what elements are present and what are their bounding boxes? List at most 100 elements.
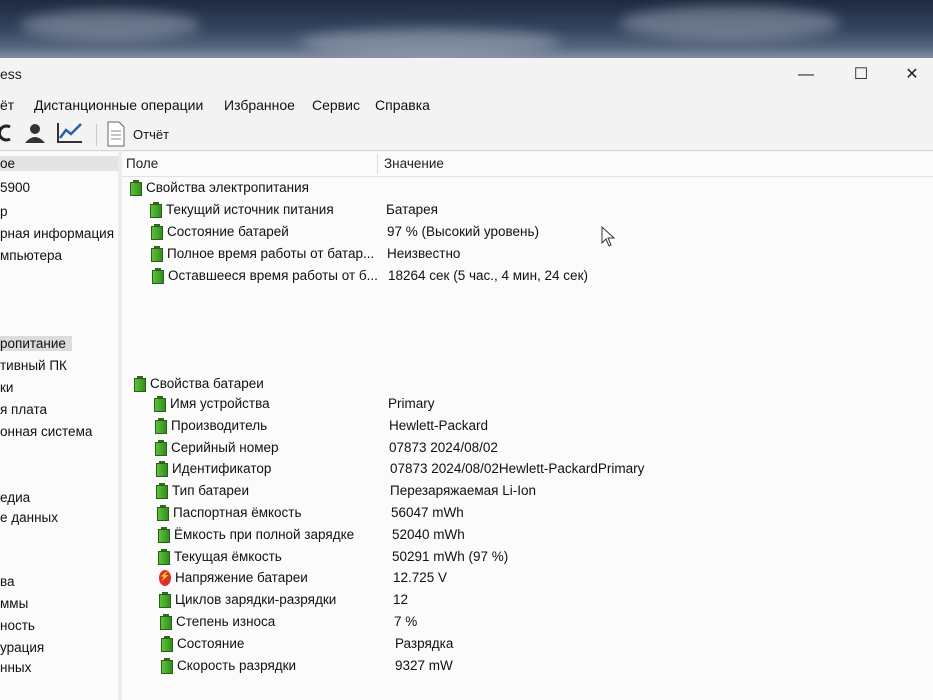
menu-report[interactable]: ёт [0,97,14,113]
minimize-button[interactable]: — [794,64,818,86]
tree-item[interactable]: онная система [0,424,92,439]
battery-icon [156,461,168,478]
property-row[interactable]: Текущий источник питания Батарея [150,200,790,220]
property-field: Тип батареи [172,483,249,499]
property-value: Батарея [386,202,438,217]
property-row[interactable]: ⚡ Напряжение батареи 12.725 V [159,568,799,588]
menu-help[interactable]: Справка [375,97,430,113]
battery-icon [155,417,167,434]
tree-item[interactable]: едиа [0,490,30,505]
property-row[interactable]: Ёмкость при полной зарядке 52040 mWh [158,525,798,545]
battery-icon [159,592,171,609]
tree-item[interactable]: ность [0,618,35,633]
battery-icon [158,526,170,543]
tree-item[interactable]: 5900 [0,180,30,195]
property-row[interactable]: Производитель Hewlett-Packard [155,416,795,436]
property-row[interactable]: Оставшееся время работы от б... 18264 сек… [152,266,792,286]
tree-item[interactable]: я плата [0,402,47,417]
tree-item[interactable]: рная информация [0,226,114,241]
property-value: 97 % (Высокий уровень) [387,224,540,239]
battery-icon [161,657,173,674]
property-row[interactable]: Идентификатор 07873 2024/08/02Hewlett-Pac… [156,459,796,479]
property-row[interactable]: Полное время работы от батар... Неизвестн… [151,244,791,264]
report-button-label[interactable]: Отчёт [133,127,169,142]
property-field: Циклов зарядки-разрядки [175,592,337,608]
property-field: Состояние [177,635,245,651]
property-field: Оставшееся время работы от б... [168,268,378,283]
aida64-window: ess — ☐ ✕ ёт Дистанционные операции Избр… [0,58,933,700]
benchmark-chart-icon[interactable] [56,121,84,145]
property-field: Скорость разрядки [177,657,297,673]
property-value: Перезаряжаемая Li-Ion [390,483,536,499]
column-header-value[interactable]: Значение [384,156,444,171]
menu-service[interactable]: Сервис [312,97,360,113]
property-row[interactable]: Текущая ёмкость 50291 mWh (97 %) [158,547,798,567]
tree-item[interactable]: нных [0,660,31,675]
group-title: Свойства батареи [150,376,264,391]
close-button[interactable]: ✕ [900,64,924,86]
battery-icon [160,614,172,630]
report-icon[interactable] [106,121,126,147]
battery-icon [157,505,169,521]
property-row[interactable]: Серийный номер 07873 2024/08/02 [155,438,795,458]
menu-remote[interactable]: Дистанционные операции [34,97,203,113]
property-row[interactable]: Степень износа 7 % [160,612,800,632]
property-value: 12.725 V [393,570,448,586]
tree-item[interactable]: мпьютера [0,248,62,263]
user-icon[interactable] [22,121,48,145]
battery-icon [154,396,166,412]
refresh-icon[interactable] [0,121,14,145]
navigation-tree: ое 5900 р рная информация мпьютера ропит… [0,152,119,700]
desktop-wallpaper [0,0,933,62]
tree-item[interactable]: ки [0,380,13,395]
tree-item-power-selected[interactable]: ропитание [0,336,72,351]
details-list: Поле Значение Свойства электропитания Те… [122,152,933,700]
property-field: Текущая ёмкость [174,548,282,564]
battery-icon [158,548,170,565]
group-header-battery[interactable]: Свойства батареи [134,374,554,394]
property-field: Степень износа [176,614,276,629]
battery-icon [150,202,162,218]
property-value: Неизвестно [387,246,461,261]
property-value: 07873 2024/08/02Hewlett-PackardPrimary [390,461,645,477]
battery-icon [134,376,146,392]
battery-icon [151,246,163,262]
window-title: ess [0,66,22,82]
property-row[interactable]: Паспортная ёмкость 56047 mWh [157,503,797,523]
group-header-power[interactable]: Свойства электропитания [130,178,550,198]
title-bar: ess — ☐ ✕ [0,58,933,92]
property-row[interactable]: Состояние батарей 97 % (Высокий уровень) [151,222,791,242]
property-value: 50291 mWh (97 %) [392,548,509,564]
column-divider[interactable] [377,154,378,174]
toolbar: Отчёт [0,118,933,151]
tree-item[interactable]: е данных [0,510,58,525]
battery-icon [155,439,167,456]
property-value: Разрядка [395,635,454,651]
property-value: 07873 2024/08/02 [389,439,498,455]
property-field: Производитель [171,417,268,433]
tree-item[interactable]: урация [0,640,44,655]
property-row[interactable]: Имя устройства Primary [154,394,794,414]
column-header-field[interactable]: Поле [126,156,158,171]
menu-bar: ёт Дистанционные операции Избранное Серв… [0,94,933,118]
tree-item[interactable]: тивный ПК [0,358,67,373]
tree-item[interactable]: ва [0,574,15,589]
property-value: 7 % [394,614,418,629]
battery-icon [161,635,173,652]
property-row[interactable]: Состояние Разрядка [161,634,801,654]
property-value: 9327 mW [395,657,453,673]
property-field: Идентификатор [172,461,272,477]
battery-icon [151,224,163,240]
tree-item[interactable]: р [0,204,8,219]
property-row[interactable]: Циклов зарядки-разрядки 12 [159,590,799,610]
maximize-button[interactable]: ☐ [849,64,873,86]
voltage-icon: ⚡ [159,570,171,587]
property-row[interactable]: Скорость разрядки 9327 mW [161,656,801,676]
tree-item[interactable]: ммы [0,596,28,611]
battery-icon [152,268,164,284]
property-row[interactable]: Тип батареи Перезаряжаемая Li-Ion [156,481,796,501]
tree-item[interactable]: ое [0,156,118,171]
property-value: Primary [388,396,435,411]
property-field: Ёмкость при полной зарядке [174,526,355,542]
menu-favorites[interactable]: Избранное [224,97,295,113]
